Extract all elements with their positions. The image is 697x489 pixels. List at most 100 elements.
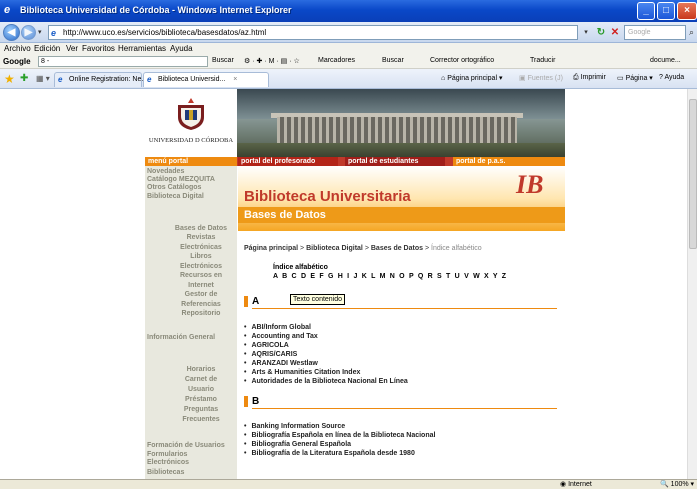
sidebar-item-preguntas[interactable]: Preguntas [145, 406, 237, 413]
breadcrumb-digital[interactable]: Biblioteca Digital [306, 245, 363, 252]
spellcheck-button[interactable]: Corrector ortográfico [430, 57, 494, 64]
list-item[interactable]: AGRICOLA [244, 342, 288, 349]
sidebar-item-formularios-electronicos[interactable]: Electrónicos [147, 459, 189, 466]
sidebar-item-biblioteca-digital[interactable]: Biblioteca Digital [147, 193, 204, 200]
sidebar-item-revistas-electronicas[interactable]: Electrónicas [145, 244, 237, 251]
page-label: Página [625, 75, 648, 82]
menu-favoritos[interactable]: Favoritos [82, 44, 115, 53]
sidebar-item-recursos-en[interactable]: Recursos en [145, 272, 237, 279]
alpha-index-links[interactable]: A B C D E F G H I J K L M N O P Q R S T … [273, 273, 507, 280]
menu-bar: Archivo Edición Ver Favoritos Herramient… [0, 43, 697, 55]
library-emblem-icon: IB [516, 170, 544, 199]
page-subtitle: Bases de Datos [244, 209, 326, 221]
menu-archivo[interactable]: Archivo [4, 44, 31, 53]
sidebar-item-prestamo[interactable]: Préstamo [145, 396, 237, 403]
google-search-input[interactable]: 8 - [38, 56, 208, 67]
nav-portal-profesorado[interactable]: portal del profesorado [238, 157, 338, 166]
sidebar-item-novedades[interactable]: Novedades [147, 168, 184, 175]
google-label: Google [3, 57, 31, 66]
translate-button[interactable]: Traducir [530, 57, 555, 64]
history-dropdown-icon[interactable]: ▾ [38, 28, 42, 36]
search-input[interactable]: Google [624, 25, 686, 40]
sidebar-item-referencias[interactable]: Referencias [145, 301, 237, 308]
list-item[interactable]: Bibliografía General Española [244, 441, 351, 448]
breadcrumb-db[interactable]: Bases de Datos [371, 245, 423, 252]
sidebar-item-bases-de-datos[interactable]: Bases de Datos [145, 225, 237, 232]
section-letter: B [252, 396, 260, 407]
scrollbar-thumb[interactable] [689, 99, 697, 249]
breadcrumb-sep: > [424, 245, 430, 252]
list-item[interactable]: AQRIS/CARIS [244, 351, 297, 358]
stop-icon[interactable]: ✕ [608, 26, 622, 39]
quick-tabs-icon[interactable]: ▦ ▾ [36, 74, 50, 83]
vertical-scrollbar[interactable] [687, 89, 697, 479]
tab-biblioteca[interactable]: e Biblioteca Universid... × [143, 72, 269, 87]
list-item[interactable]: Bibliografía de la Literatura Española d… [244, 450, 414, 457]
list-item[interactable]: Autoridades de la Biblioteca Nacional En… [244, 378, 407, 385]
sidebar-item-libros-electronicos[interactable]: Electrónicos [145, 263, 237, 270]
sidebar-item-otros-catalogos[interactable]: Otros Catálogos [147, 184, 201, 191]
tab-online-registration[interactable]: e Online Registration: Ne... [54, 72, 147, 87]
refresh-icon[interactable]: ↻ [594, 26, 608, 39]
list-item[interactable]: ARANZADI Westlaw [244, 360, 317, 367]
google-tools-icon[interactable]: ⚙ · ✚ · M · ▤ · ☆ [244, 57, 300, 65]
zoom-control[interactable]: 🔍 100% ▾ [660, 480, 694, 488]
menu-edicion[interactable]: Edición [34, 44, 60, 53]
sidebar-item-repositorio[interactable]: Repositorio [145, 310, 237, 317]
feeds-button[interactable]: ▣ Fuentes (J) [519, 74, 563, 82]
alpha-index-title: Índice alfabético [273, 264, 328, 271]
menu-herramientas[interactable]: Herramientas [118, 44, 166, 53]
list-item[interactable]: ABI/Inform Global [244, 324, 311, 331]
sidebar-item-gestor-de[interactable]: Gestor de [145, 291, 237, 298]
sidebar-item-catalogo-mezquita[interactable]: Catálogo MEZQUITA [147, 176, 215, 183]
url-dropdown-icon[interactable]: ▾ [580, 26, 592, 39]
menu-ver[interactable]: Ver [66, 44, 78, 53]
print-button[interactable]: ⎙ Imprimir [573, 74, 606, 82]
university-logo[interactable]: UNIVERSIDAD D CÓRDOBA [145, 89, 237, 157]
breadcrumb-current: Índice alfabético [431, 245, 482, 252]
url-input[interactable]: e http://www.uco.es/servicios/biblioteca… [48, 25, 578, 40]
add-favorite-icon[interactable]: ✚ [20, 73, 28, 84]
minimize-button[interactable]: _ [637, 2, 655, 20]
home-button[interactable]: ⌂ Página principal ▾ [441, 74, 502, 82]
google-search-button-2[interactable]: Buscar [382, 57, 404, 64]
google-search-button[interactable]: Buscar [212, 57, 234, 64]
window-title: Biblioteca Universidad de Córdoba - Wind… [20, 5, 292, 15]
sidebar-item-carnet-de[interactable]: Carnet de [145, 376, 237, 383]
page-menu-button[interactable]: ▭ Página ▾ [617, 74, 653, 82]
nav-menu-portal[interactable]: menú portal [145, 157, 237, 166]
tab-close-icon[interactable]: × [233, 76, 237, 83]
tab-label: Online Registration: Ne... [69, 76, 148, 83]
list-item[interactable]: Arts & Humanities Citation Index [244, 369, 360, 376]
sidebar-item-frecuentes[interactable]: Frecuentes [145, 416, 237, 423]
sidebar-item-formularios[interactable]: Formularios [147, 451, 187, 458]
back-button[interactable]: ◀ [3, 24, 20, 41]
sidebar-item-bibliotecas[interactable]: Bibliotecas [147, 469, 184, 476]
sidebar-item-horarios[interactable]: Horarios [145, 366, 237, 373]
sidebar-item-usuario[interactable]: Usuario [145, 386, 237, 393]
close-button[interactable]: × [677, 2, 697, 20]
help-button[interactable]: ? Ayuda [659, 74, 684, 81]
list-item[interactable]: Accounting and Tax [244, 333, 317, 340]
tab-page-icon: e [147, 75, 152, 84]
search-icon[interactable]: ⌕ [686, 26, 697, 39]
list-item[interactable]: Bibliografía Española en línea de la Bib… [244, 432, 435, 439]
sidebar-item-internet[interactable]: Internet [145, 282, 237, 289]
sidebar-item-libros[interactable]: Libros [145, 253, 237, 260]
section-letter: A [252, 296, 260, 307]
breadcrumb-home[interactable]: Página principal [244, 245, 298, 252]
nav-portal-pas[interactable]: portal de p.a.s. [453, 157, 565, 166]
ie-icon: e [4, 4, 11, 16]
nav-portal-estudiantes[interactable]: portal de estudiantes [345, 157, 445, 166]
page-icon: e [51, 28, 57, 38]
list-item[interactable]: Banking Information Source [244, 423, 345, 430]
sidebar-item-informacion-general[interactable]: Información General [147, 334, 215, 341]
sidebar-item-formacion-usuarios[interactable]: Formación de Usuarios [147, 442, 225, 449]
sidebar-item-revistas[interactable]: Revistas [145, 234, 237, 241]
maximize-button[interactable]: □ [657, 2, 675, 20]
bookmarks-button[interactable]: Marcadores [318, 57, 355, 64]
forward-button[interactable]: ▶ [21, 25, 36, 40]
favorites-star-icon[interactable]: ★ [4, 72, 15, 86]
docs-button[interactable]: docume... [650, 57, 681, 64]
menu-ayuda[interactable]: Ayuda [170, 44, 193, 53]
